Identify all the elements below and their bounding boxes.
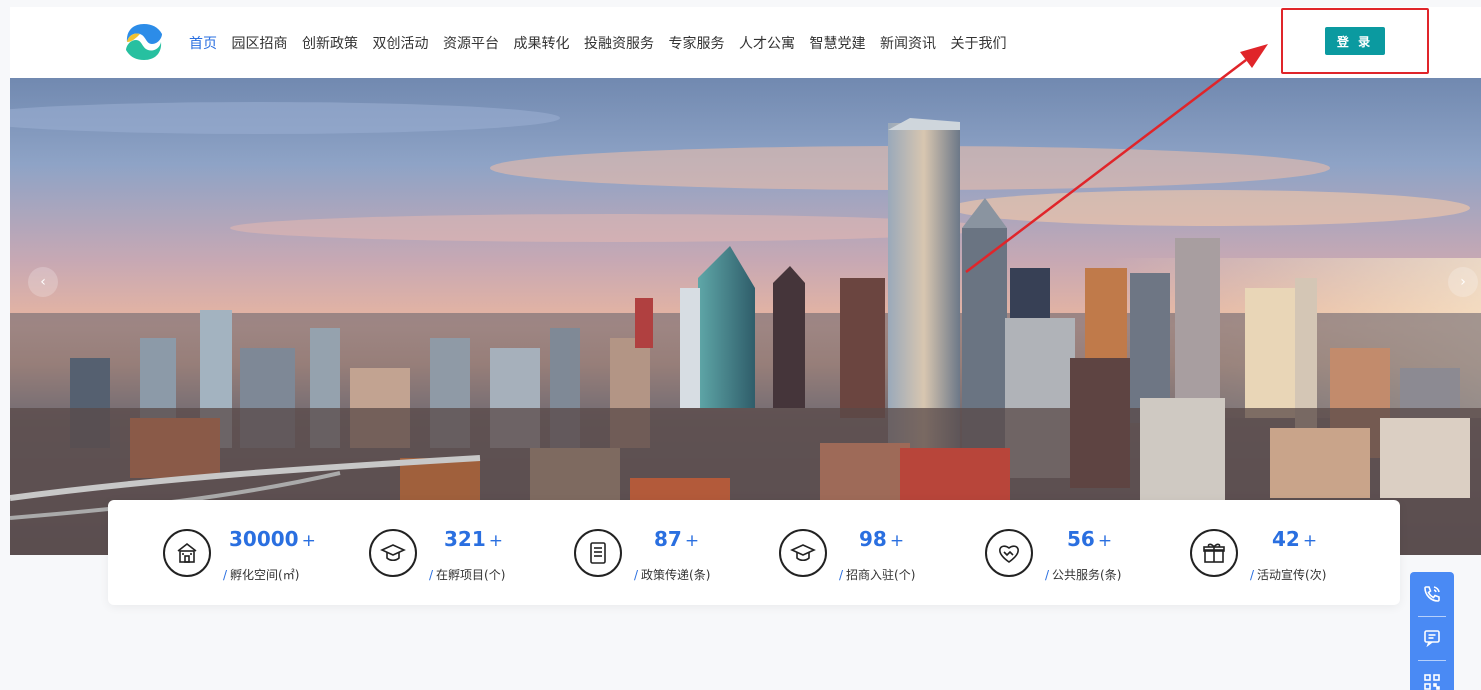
- stat-label: / 招商入驻(个): [839, 568, 916, 582]
- side-divider: [1418, 660, 1446, 661]
- nav-item-startup-activities[interactable]: 双创活动: [373, 33, 429, 53]
- nav-item-talent-apartment[interactable]: 人才公寓: [739, 33, 795, 53]
- stat-value: 30000 +: [229, 527, 316, 551]
- phone-icon: [1424, 586, 1440, 602]
- graduation-cap-icon: [779, 529, 827, 577]
- stat-item: 42 + / 活动宣传(次): [1190, 523, 1380, 583]
- nav-item-park-investment[interactable]: 园区招商: [232, 33, 288, 53]
- stat-label: / 公共服务(条): [1045, 568, 1122, 582]
- stat-value: 42 +: [1272, 527, 1318, 551]
- chevron-left-icon: ‹: [40, 274, 46, 290]
- city-skyline-image: [10, 102, 1481, 555]
- logo-icon[interactable]: [122, 20, 166, 64]
- document-icon: [574, 529, 622, 577]
- nav-item-innovation-policy[interactable]: 创新政策: [302, 33, 358, 53]
- graduation-cap-icon: [369, 529, 417, 577]
- stat-value: 87 +: [654, 527, 700, 551]
- stat-value: 321 +: [444, 527, 503, 551]
- carousel-next-button[interactable]: ›: [1448, 267, 1478, 297]
- carousel-prev-button[interactable]: ‹: [28, 267, 58, 297]
- side-divider: [1418, 616, 1446, 617]
- stats-panel: 30000 + / 孵化空间(㎡) 321 + / 在孵项目(个) 87 + / 政策传递(…: [108, 500, 1400, 605]
- side-phone-button[interactable]: [1410, 574, 1454, 614]
- page: 首页 园区招商 创新政策 双创活动 资源平台 成果转化 投融资服务 专家服务 人…: [0, 0, 1481, 690]
- nav-item-smart-party[interactable]: 智慧党建: [810, 33, 866, 53]
- login-button[interactable]: 登 录: [1325, 27, 1385, 55]
- nav-item-news[interactable]: 新闻资讯: [880, 33, 936, 53]
- stat-item: 56 + / 公共服务(条): [985, 523, 1175, 583]
- stat-value: 56 +: [1067, 527, 1113, 551]
- chevron-right-icon: ›: [1460, 274, 1466, 290]
- site-header: 首页 园区招商 创新政策 双创活动 资源平台 成果转化 投融资服务 专家服务 人…: [10, 7, 1481, 78]
- nav-item-achievement-transfer[interactable]: 成果转化: [514, 33, 570, 53]
- gift-icon: [1190, 529, 1238, 577]
- login-highlight-box: 登 录: [1281, 8, 1429, 74]
- handshake-icon: [985, 529, 1033, 577]
- stat-item: 321 + / 在孵项目(个): [369, 523, 559, 583]
- stat-label: / 活动宣传(次): [1250, 568, 1327, 582]
- building-icon: [163, 529, 211, 577]
- nav-item-financing-services[interactable]: 投融资服务: [584, 33, 654, 53]
- side-message-button[interactable]: [1410, 618, 1454, 658]
- stat-value: 98 +: [859, 527, 905, 551]
- nav-item-about-us[interactable]: 关于我们: [951, 33, 1007, 53]
- stat-item: 87 + / 政策传递(条): [574, 523, 764, 583]
- stat-label: / 在孵项目(个): [429, 568, 506, 582]
- nav-item-resource-platform[interactable]: 资源平台: [443, 33, 499, 53]
- hero-banner: ‹ ›: [10, 78, 1481, 555]
- nav-item-expert-services[interactable]: 专家服务: [669, 33, 725, 53]
- stat-label: / 政策传递(条): [634, 568, 711, 582]
- stat-label: / 孵化空间(㎡): [223, 568, 300, 582]
- qrcode-icon: [1424, 674, 1440, 690]
- stat-item: 98 + / 招商入驻(个): [779, 523, 969, 583]
- side-float-bar: [1410, 572, 1454, 690]
- stat-item: 30000 + / 孵化空间(㎡): [163, 523, 353, 583]
- nav-item-home[interactable]: 首页: [189, 33, 217, 53]
- side-qrcode-button[interactable]: [1410, 662, 1454, 690]
- main-nav: 首页 园区招商 创新政策 双创活动 资源平台 成果转化 投融资服务 专家服务 人…: [189, 7, 1021, 78]
- message-icon: [1424, 630, 1440, 647]
